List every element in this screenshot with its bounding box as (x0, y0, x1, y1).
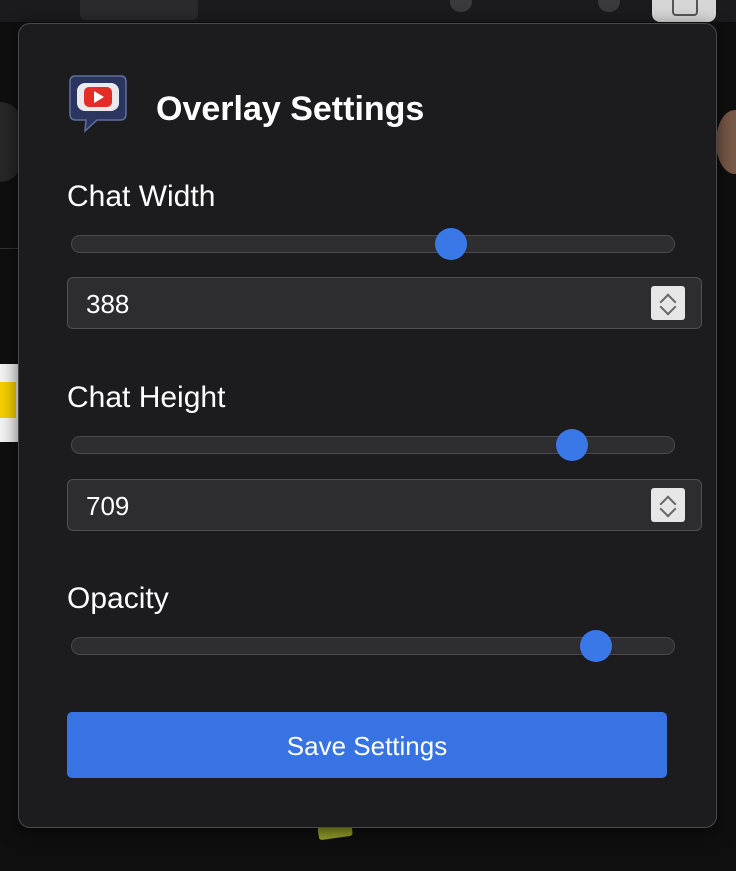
chat-height-stepper[interactable] (651, 488, 685, 522)
chat-width-value: 388 (86, 289, 130, 319)
background-page-right (716, 22, 736, 871)
chat-width-label: Chat Width (67, 180, 216, 213)
background-badge (0, 364, 20, 442)
toolbar-icon[interactable] (450, 0, 472, 12)
opacity-label: Opacity (67, 582, 169, 615)
save-settings-button[interactable]: Save Settings (67, 712, 667, 778)
opacity-slider-thumb[interactable] (579, 630, 612, 662)
youtube-chat-bubble-icon (69, 75, 127, 133)
avatar[interactable] (716, 110, 736, 174)
toolbar-icon[interactable] (598, 0, 620, 12)
chat-width-input[interactable]: 388 (67, 277, 702, 329)
chat-height-value: 709 (86, 491, 130, 521)
chat-width-slider-thumb[interactable] (435, 228, 468, 260)
chat-height-slider-thumb[interactable] (555, 429, 588, 461)
background-page-left (0, 22, 22, 871)
chat-width-slider[interactable] (71, 228, 675, 260)
overlay-settings-popup: Overlay Settings Chat Width 388 Chat Hei… (18, 23, 717, 828)
extension-icon (672, 0, 698, 16)
chat-height-input[interactable]: 709 (67, 479, 702, 531)
chat-height-label: Chat Height (67, 381, 226, 414)
chat-height-slider[interactable] (71, 429, 675, 461)
chat-width-stepper[interactable] (651, 286, 685, 320)
extension-button[interactable] (652, 0, 716, 22)
opacity-slider[interactable] (71, 630, 675, 662)
popup-title: Overlay Settings (156, 90, 425, 128)
browser-tab[interactable] (80, 0, 198, 20)
browser-toolbar (0, 0, 736, 22)
